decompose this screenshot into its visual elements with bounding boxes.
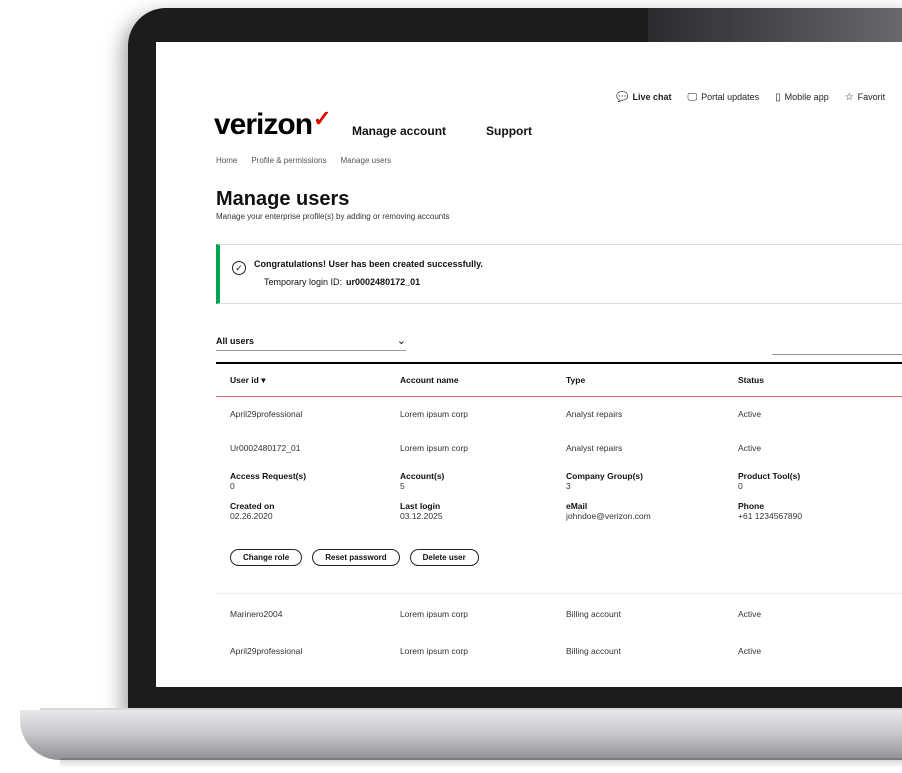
success-alert: ✓ Congratulations! User has been created… [216,244,902,304]
cell-user-id: Ur0002480172_01 [230,443,301,453]
table-header: User id ▾ Account name Type Status [216,364,902,397]
cell-account-name: Lorem ipsum corp [400,443,469,453]
cell-status: Active [738,609,762,619]
delete-user-button[interactable]: Delete user [409,549,479,566]
cell-account-name: Lorem ipsum corp [400,409,469,419]
detail-label: Product Tool(s) [738,471,801,481]
utility-favorites[interactable]: ☆ Favorit [845,92,885,103]
alert-message: Congratulations! User has been created s… [254,259,483,269]
laptop-shadow [60,758,902,768]
detail-label: Account(s) [400,471,445,481]
utility-portal-updates[interactable]: 🖵 Portal updates [687,92,759,103]
expanded-user-details: Access Request(s) 0 Account(s) 5 Company G… [216,465,902,594]
detail-value: johndoe@verizon.com [566,511,651,521]
cell-account-name: Lorem ipsum corp [400,609,469,619]
cell-type: Billing account [566,646,621,656]
detail-label: Company Group(s) [566,471,643,481]
table-row[interactable]: Marinero2004 Lorem ipsum corp Billing ac… [216,594,902,634]
monitor-icon: 🖵 [687,92,698,103]
browser-viewport: 💬 Live chat 🖵 Portal updates ▯ Mobile app ☆… [156,42,902,687]
nav-manage-account[interactable]: Manage account [352,124,446,138]
nav-support[interactable]: Support [486,124,532,138]
cell-status: Active [738,443,762,453]
breadcrumb: Home Profile & permissions Manage users [216,156,391,165]
table-row[interactable]: April29professional Lorem ipsum corp Bil… [216,634,902,668]
breadcrumb-manage-users: Manage users [340,156,392,165]
detail-value: 3 [566,481,571,491]
page-title: Manage users [216,188,350,210]
detail-label: Last login [400,501,441,511]
check-circle-icon: ✓ [232,261,246,275]
cell-user-id: April29professional [230,646,303,656]
detail-value: +61 1234567890 [738,511,803,521]
breadcrumb-profile[interactable]: Profile & permissions [251,156,326,165]
details-grid: Access Request(s) 0 Account(s) 5 Company G… [230,471,898,521]
utility-live-chat[interactable]: 💬 Live chat [616,92,671,103]
detail-label: Created on [230,501,275,511]
breadcrumb-home[interactable]: Home [216,156,237,165]
laptop-base [20,710,902,760]
detail-value: 5 [400,481,405,491]
detail-value: 0 [738,481,743,491]
cell-type: Billing account [566,609,621,619]
cell-type: Analyst repairs [566,443,623,453]
cell-user-id: Marinero2004 [230,609,283,619]
user-actions: Change role Reset password Delete user [230,549,479,566]
star-icon: ☆ [844,92,854,103]
verizon-logo[interactable]: verizon✓ [214,106,331,142]
cell-status: Active [738,646,762,656]
search-input[interactable] [772,354,902,355]
header-account-name: Account name [400,375,459,385]
cell-status: Active [738,409,762,419]
cell-account-name: Lorem ipsum corp [400,646,469,656]
alert-temp-id: Temporary login ID: ur0002480172_01 [264,277,421,287]
change-role-button[interactable]: Change role [230,549,303,566]
utility-mobile-app[interactable]: ▯ Mobile app [775,92,829,103]
detail-label: Phone [738,501,764,511]
reset-password-button[interactable]: Reset password [312,549,400,566]
detail-value: 02.26.2020 [230,511,273,521]
chat-icon: 💬 [616,92,629,103]
detail-value: 03.12.2025 [400,511,443,521]
cell-type: Analyst repairs [566,409,623,419]
table-row[interactable]: April29professional Lorem ipsum corp Ana… [216,397,902,431]
main-nav: Manage account Support [352,124,532,138]
checkmark-icon: ✓ [313,106,331,131]
user-filter-dropdown[interactable]: All users ⌄ [216,335,406,351]
users-table: User id ▾ Account name Type Status April… [216,362,902,668]
phone-icon: ▯ [775,92,781,103]
utility-bar: 💬 Live chat 🖵 Portal updates ▯ Mobile app ☆… [616,92,885,103]
detail-label: Access Request(s) [230,471,307,481]
header-user-id[interactable]: User id ▾ [216,375,400,386]
sort-down-icon: ▾ [261,374,266,385]
detail-label: eMail [566,501,588,511]
table-row[interactable]: Ur0002480172_01 Lorem ipsum corp Analyst… [216,431,902,465]
cell-user-id: April29professional [230,409,303,419]
page-subtitle: Manage your enterprise profile(s) by add… [216,212,450,221]
header-status: Status [738,375,764,385]
chevron-down-icon: ⌄ [396,335,406,347]
header-type: Type [566,375,586,385]
detail-value: 0 [230,481,235,491]
